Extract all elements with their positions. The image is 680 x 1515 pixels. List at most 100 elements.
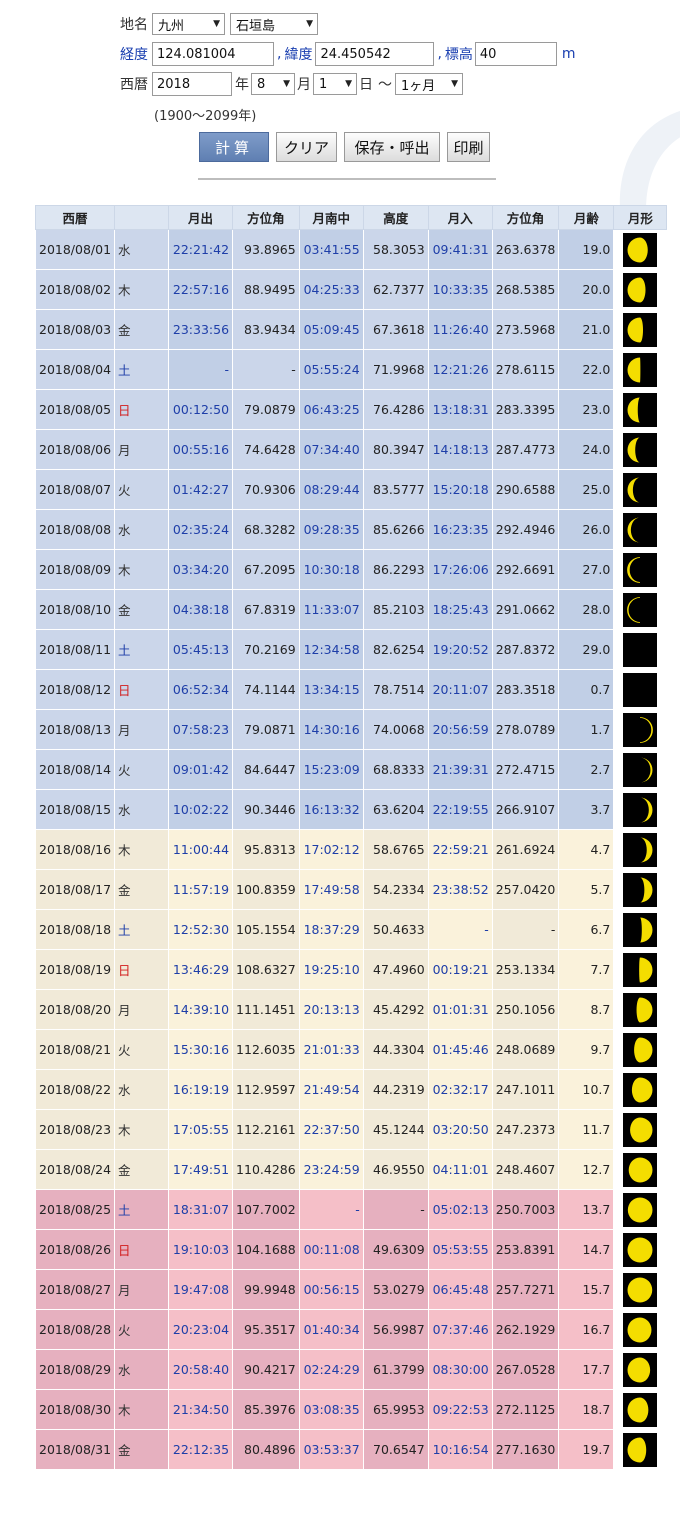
moon-age-cell: 4.7 bbox=[558, 829, 615, 870]
altitude-cell: 68.8333 bbox=[362, 749, 429, 790]
moonset-cell: 09:41:31 bbox=[427, 229, 493, 270]
set-azimuth-cell: 287.4773 bbox=[491, 429, 560, 470]
moon-shape-cell bbox=[613, 549, 668, 590]
calculate-button[interactable]: 計算 bbox=[199, 132, 269, 162]
moonrise-cell: 03:34:20 bbox=[168, 549, 234, 590]
date-cell: 2018/08/17 bbox=[34, 869, 116, 910]
table-row: 2018/08/13 月 07:58:23 79.0871 14:30:16 74.006… bbox=[34, 709, 668, 750]
table-row: 2018/08/16 木 11:00:44 95.8313 17:02:12 58.676… bbox=[34, 829, 668, 870]
set-azimuth-cell: 283.3395 bbox=[491, 389, 560, 430]
date-cell: 2018/08/05 bbox=[34, 389, 116, 430]
table-row: 2018/08/29 水 20:58:40 90.4217 02:24:29 61.379… bbox=[34, 1349, 668, 1390]
date-cell: 2018/08/31 bbox=[34, 1429, 116, 1470]
moon-phase-icon bbox=[623, 392, 658, 427]
moon-phase-icon bbox=[623, 552, 658, 587]
region-select[interactable]: 九州 ▼ bbox=[152, 13, 225, 35]
transit-cell: 20:13:13 bbox=[298, 989, 364, 1030]
table-row: 2018/08/20 月 14:39:10 111.1451 20:13:13 45.42… bbox=[34, 989, 668, 1030]
moon-shape-cell bbox=[613, 1029, 668, 1070]
month-select[interactable]: 8 ▼ bbox=[251, 73, 295, 95]
moon-age-cell: 2.7 bbox=[558, 749, 615, 790]
year-unit: 年 bbox=[235, 77, 249, 93]
moonrise-cell: 05:45:13 bbox=[168, 629, 234, 670]
moon-shape-cell bbox=[613, 229, 668, 270]
table-row: 2018/08/21 火 15:30:16 112.6035 21:01:33 44.33… bbox=[34, 1029, 668, 1070]
moon-shape-cell bbox=[613, 1429, 668, 1470]
moonset-cell: 10:33:35 bbox=[427, 269, 493, 310]
table-row: 2018/08/10 金 04:38:18 67.8319 11:33:07 85.210… bbox=[34, 589, 668, 630]
date-cell: 2018/08/10 bbox=[34, 589, 116, 630]
moon-shape-cell bbox=[613, 389, 668, 430]
moonrise-cell: 22:21:42 bbox=[168, 229, 234, 270]
weekday-cell: 木 bbox=[114, 829, 170, 870]
chevron-down-icon: ▼ bbox=[345, 79, 352, 89]
table-row: 2018/08/12 日 06:52:34 74.1144 13:34:15 78.751… bbox=[34, 669, 668, 710]
date-cell: 2018/08/18 bbox=[34, 909, 116, 950]
moon-phase-icon bbox=[623, 992, 658, 1027]
weekday-cell: 金 bbox=[114, 869, 170, 910]
altitude-cell: 86.2293 bbox=[362, 549, 429, 590]
moon-age-cell: 29.0 bbox=[558, 629, 615, 670]
moonrise-cell: 23:33:56 bbox=[168, 309, 234, 350]
weekday-cell: 月 bbox=[114, 1269, 170, 1310]
comma-separator: , bbox=[277, 46, 282, 62]
transit-cell: 03:08:35 bbox=[298, 1389, 364, 1430]
weekday-cell: 金 bbox=[114, 589, 170, 630]
latitude-input[interactable]: 24.450542 bbox=[315, 42, 435, 66]
moon-age-cell: 14.7 bbox=[558, 1229, 615, 1270]
rise-azimuth-cell: 84.6447 bbox=[232, 749, 300, 790]
weekday-cell: 月 bbox=[114, 429, 170, 470]
moon-phase-icon bbox=[623, 352, 658, 387]
moon-phase-icon bbox=[623, 1072, 658, 1107]
table-row: 2018/08/27 月 19:47:08 99.9948 00:56:15 53.027… bbox=[34, 1269, 668, 1310]
transit-cell: 01:40:34 bbox=[298, 1309, 364, 1350]
set-azimuth-cell: 266.9107 bbox=[491, 789, 560, 830]
moon-phase-icon bbox=[623, 952, 658, 987]
moon-age-cell: 19.7 bbox=[558, 1429, 615, 1470]
moonset-cell: 03:20:50 bbox=[427, 1109, 493, 1150]
latitude-label[interactable]: 緯度 bbox=[284, 44, 312, 64]
moonrise-cell: 00:55:16 bbox=[168, 429, 234, 470]
transit-cell: 00:56:15 bbox=[298, 1269, 364, 1310]
transit-cell: 22:37:50 bbox=[298, 1109, 364, 1150]
longitude-label[interactable]: 経度 bbox=[120, 44, 148, 64]
moon-shape-cell bbox=[613, 1149, 668, 1190]
transit-cell: 14:30:16 bbox=[298, 709, 364, 750]
table-row: 2018/08/14 火 09:01:42 84.6447 15:23:09 68.833… bbox=[34, 749, 668, 790]
moonrise-cell: 11:00:44 bbox=[168, 829, 234, 870]
moon-age-cell: 1.7 bbox=[558, 709, 615, 750]
altitude-label[interactable]: 標高 bbox=[445, 44, 473, 64]
set-azimuth-cell: 291.0662 bbox=[491, 589, 560, 630]
moon-age-cell: 10.7 bbox=[558, 1069, 615, 1110]
rise-azimuth-cell: 95.8313 bbox=[232, 829, 300, 870]
print-button[interactable]: 印刷 bbox=[447, 132, 490, 162]
span-select[interactable]: 1ヶ月 ▼ bbox=[395, 73, 463, 95]
altitude-cell: 83.5777 bbox=[362, 469, 429, 510]
moon-phase-icon bbox=[623, 1272, 658, 1307]
weekday-cell: 土 bbox=[114, 349, 170, 390]
transit-cell: 16:13:32 bbox=[298, 789, 364, 830]
transit-cell: 00:11:08 bbox=[298, 1229, 364, 1270]
set-azimuth-cell: 267.0528 bbox=[491, 1349, 560, 1390]
longitude-input[interactable]: 124.081004 bbox=[152, 42, 274, 66]
day-select[interactable]: 1 ▼ bbox=[313, 73, 357, 95]
weekday-cell: 日 bbox=[114, 669, 170, 710]
altitude-cell: 67.3618 bbox=[362, 309, 429, 350]
year-input[interactable]: 2018 bbox=[152, 72, 232, 96]
set-azimuth-cell: 247.1011 bbox=[491, 1069, 560, 1110]
rise-azimuth-cell: 95.3517 bbox=[232, 1309, 300, 1350]
chevron-down-icon: ▼ bbox=[283, 79, 290, 89]
date-cell: 2018/08/04 bbox=[34, 349, 116, 390]
altitude-input[interactable]: 40 bbox=[474, 42, 557, 66]
moon-shape-cell bbox=[613, 1189, 668, 1230]
city-select[interactable]: 石垣島 ▼ bbox=[230, 13, 318, 35]
moon-shape-cell bbox=[613, 1069, 668, 1110]
save-load-button[interactable]: 保存・呼出 bbox=[344, 132, 440, 162]
table-row: 2018/08/03 金 23:33:56 83.9434 05:09:45 67.361… bbox=[34, 309, 668, 350]
place-row: 地名 九州 ▼ 石垣島 ▼ bbox=[120, 12, 318, 36]
clear-button[interactable]: クリア bbox=[276, 132, 337, 162]
table-row: 2018/08/19 日 13:46:29 108.6327 19:25:10 47.49… bbox=[34, 949, 668, 990]
moon-phase-icon bbox=[623, 1312, 658, 1347]
altitude-cell: 71.9968 bbox=[362, 349, 429, 390]
set-azimuth-cell: 292.4946 bbox=[491, 509, 560, 550]
